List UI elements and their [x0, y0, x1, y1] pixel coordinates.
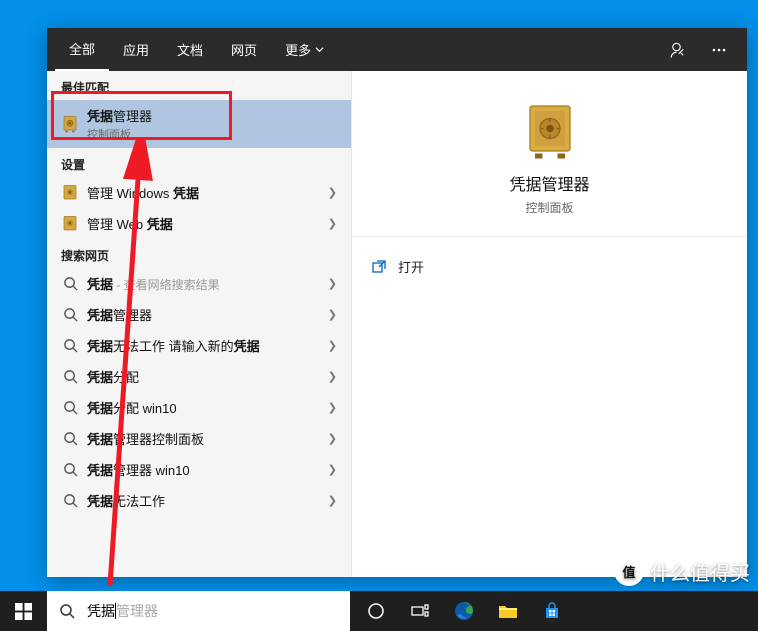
feedback-icon[interactable]	[657, 41, 699, 59]
credential-manager-icon	[61, 215, 79, 233]
chevron-right-icon: ❯	[328, 339, 337, 352]
result-web-item[interactable]: 凭据管理器 win10❯	[47, 454, 351, 485]
search-results-panel: 全部 应用 文档 网页 更多 最佳匹配 凭据管理器	[47, 28, 747, 577]
credential-manager-icon	[61, 184, 79, 202]
watermark: 值 什么值得买	[614, 556, 750, 586]
search-icon	[61, 275, 79, 293]
search-icon	[61, 461, 79, 479]
chevron-right-icon: ❯	[328, 463, 337, 476]
result-settings-item[interactable]: 管理 Windows 凭据 ❯	[47, 177, 351, 208]
start-button[interactable]	[0, 591, 47, 631]
chevron-right-icon: ❯	[328, 370, 337, 383]
tab-all[interactable]: 全部	[55, 28, 109, 71]
chevron-right-icon: ❯	[328, 186, 337, 199]
tab-apps[interactable]: 应用	[109, 28, 163, 71]
result-web-item[interactable]: 凭据分配❯	[47, 361, 351, 392]
watermark-badge: 值	[614, 556, 644, 586]
search-icon	[61, 430, 79, 448]
chevron-right-icon: ❯	[328, 308, 337, 321]
chevron-right-icon: ❯	[328, 494, 337, 507]
tab-docs[interactable]: 文档	[163, 28, 217, 71]
result-web-item[interactable]: 凭据无法工作❯	[47, 485, 351, 516]
preview-title: 凭据管理器	[372, 171, 727, 195]
result-web-item[interactable]: 凭据管理器❯	[47, 299, 351, 330]
chevron-down-icon	[315, 45, 324, 54]
chevron-right-icon: ❯	[328, 277, 337, 290]
tab-more[interactable]: 更多	[271, 28, 338, 71]
results-list: 最佳匹配 凭据管理器 控制面板 设置 管理 Windows 凭据 ❯	[47, 71, 352, 577]
search-icon	[61, 492, 79, 510]
taskbar-taskview-icon[interactable]	[398, 591, 442, 631]
taskbar-cortana-icon[interactable]	[354, 591, 398, 631]
section-web: 搜索网页	[47, 239, 351, 268]
search-icon	[61, 368, 79, 386]
search-tabs: 全部 应用 文档 网页 更多	[47, 28, 747, 71]
chevron-right-icon: ❯	[328, 217, 337, 230]
result-preview-pane: 凭据管理器 控制面板 打开	[352, 71, 747, 577]
tab-web[interactable]: 网页	[217, 28, 271, 71]
search-icon	[61, 399, 79, 417]
search-icon	[47, 603, 87, 619]
result-web-item[interactable]: 凭据 - 查看网络搜索结果❯	[47, 268, 351, 299]
more-options-icon[interactable]	[699, 42, 739, 58]
preview-subtitle: 控制面板	[372, 199, 727, 216]
result-best-match[interactable]: 凭据管理器 控制面板	[47, 100, 351, 148]
search-input[interactable]	[87, 591, 350, 631]
section-best-match: 最佳匹配	[47, 71, 351, 100]
taskbar-explorer-icon[interactable]	[486, 591, 530, 631]
chevron-right-icon: ❯	[328, 401, 337, 414]
result-web-item[interactable]: 凭据分配 win10❯	[47, 392, 351, 423]
credential-manager-icon-large	[525, 101, 575, 161]
taskbar-edge-icon[interactable]	[442, 591, 486, 631]
search-icon	[61, 306, 79, 324]
chevron-right-icon: ❯	[328, 432, 337, 445]
search-icon	[61, 337, 79, 355]
taskbar-store-icon[interactable]	[530, 591, 574, 631]
result-settings-item[interactable]: 管理 Web 凭据 ❯	[47, 208, 351, 239]
result-web-item[interactable]: 凭据管理器控制面板❯	[47, 423, 351, 454]
action-open[interactable]: 打开	[366, 251, 733, 282]
result-web-item[interactable]: 凭据无法工作 请输入新的凭据❯	[47, 330, 351, 361]
taskbar: 凭据管理器	[0, 591, 758, 631]
credential-manager-icon	[61, 115, 79, 133]
section-settings: 设置	[47, 148, 351, 177]
taskbar-search: 凭据管理器	[47, 591, 350, 631]
open-icon	[370, 258, 388, 276]
